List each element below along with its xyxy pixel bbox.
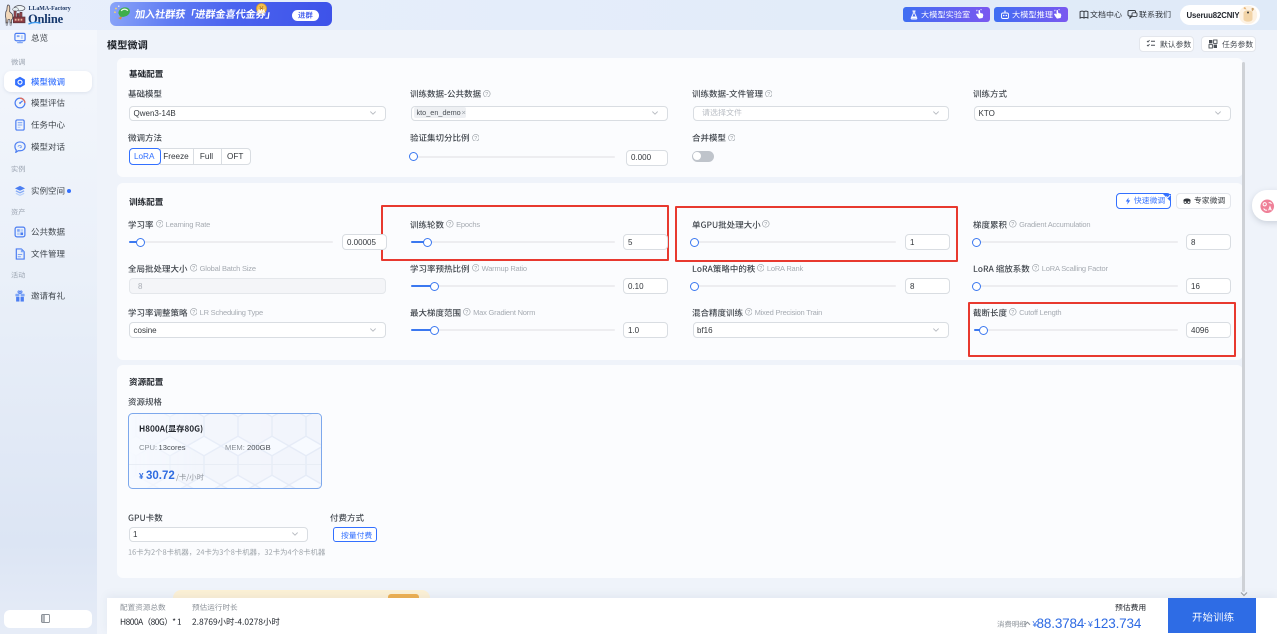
svg-text:?: ? [485, 92, 488, 98]
svg-text:?: ? [767, 92, 770, 98]
svg-text:?: ? [759, 266, 762, 272]
svg-text:?: ? [1011, 222, 1014, 228]
svg-text:?: ? [474, 136, 477, 142]
svg-text:?: ? [474, 266, 477, 272]
svg-text:?: ? [158, 222, 161, 228]
svg-text:?: ? [747, 310, 750, 316]
svg-text:?: ? [465, 310, 468, 316]
svg-text:?: ? [1034, 266, 1037, 272]
svg-text:?: ? [192, 266, 195, 272]
svg-text:?: ? [192, 310, 195, 316]
svg-text:?: ? [730, 136, 733, 142]
